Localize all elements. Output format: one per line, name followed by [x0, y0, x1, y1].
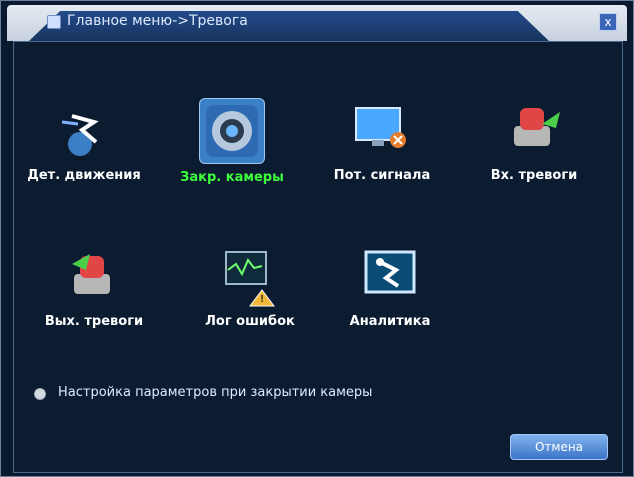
- alarm-menu-window: Главное меню->Тревога x Дет. движения За…: [0, 0, 634, 477]
- tile-label: Лог ошибок: [205, 314, 295, 329]
- tile-alarm-output[interactable]: Вых. тревоги: [34, 244, 154, 329]
- tile-label: Вх. тревоги: [490, 168, 578, 183]
- tile-error-log[interactable]: ! Лог ошибок: [190, 244, 310, 329]
- status-indicator: [34, 388, 46, 400]
- tile-label: Закр. камеры: [180, 170, 284, 185]
- alarm-out-icon: [62, 244, 126, 308]
- tile-analytics[interactable]: Аналитика: [330, 244, 450, 329]
- tile-label: Пот. сигнала: [333, 168, 431, 183]
- tile-motion-detection[interactable]: Дет. движения: [24, 98, 144, 183]
- window-title: Главное меню->Тревога: [67, 13, 248, 29]
- alarm-in-icon: [502, 98, 566, 162]
- window-icon: [47, 15, 61, 29]
- tile-label: Аналитика: [349, 314, 431, 329]
- motion-icon: [52, 98, 116, 162]
- camera-lens-icon: [199, 98, 265, 164]
- error-log-icon: !: [218, 244, 282, 308]
- analytics-icon: [358, 244, 422, 308]
- close-button[interactable]: x: [599, 13, 617, 31]
- tile-label: Вых. тревоги: [44, 314, 144, 329]
- cancel-button[interactable]: Отмена: [510, 434, 608, 460]
- svg-text:!: !: [260, 294, 263, 305]
- tile-signal-loss[interactable]: Пот. сигнала: [322, 98, 442, 183]
- titlebar: Главное меню->Тревога x: [7, 5, 627, 41]
- tile-alarm-input[interactable]: Вх. тревоги: [474, 98, 594, 183]
- tile-camera-blind[interactable]: Закр. камеры: [172, 98, 292, 185]
- monitor-alert-icon: [350, 98, 414, 162]
- status-text: Настройка параметров при закрытии камеры: [58, 385, 373, 400]
- content-panel: Дет. движения Закр. камеры Пот. сигнала …: [13, 41, 623, 473]
- tile-label: Дет. движения: [27, 168, 141, 183]
